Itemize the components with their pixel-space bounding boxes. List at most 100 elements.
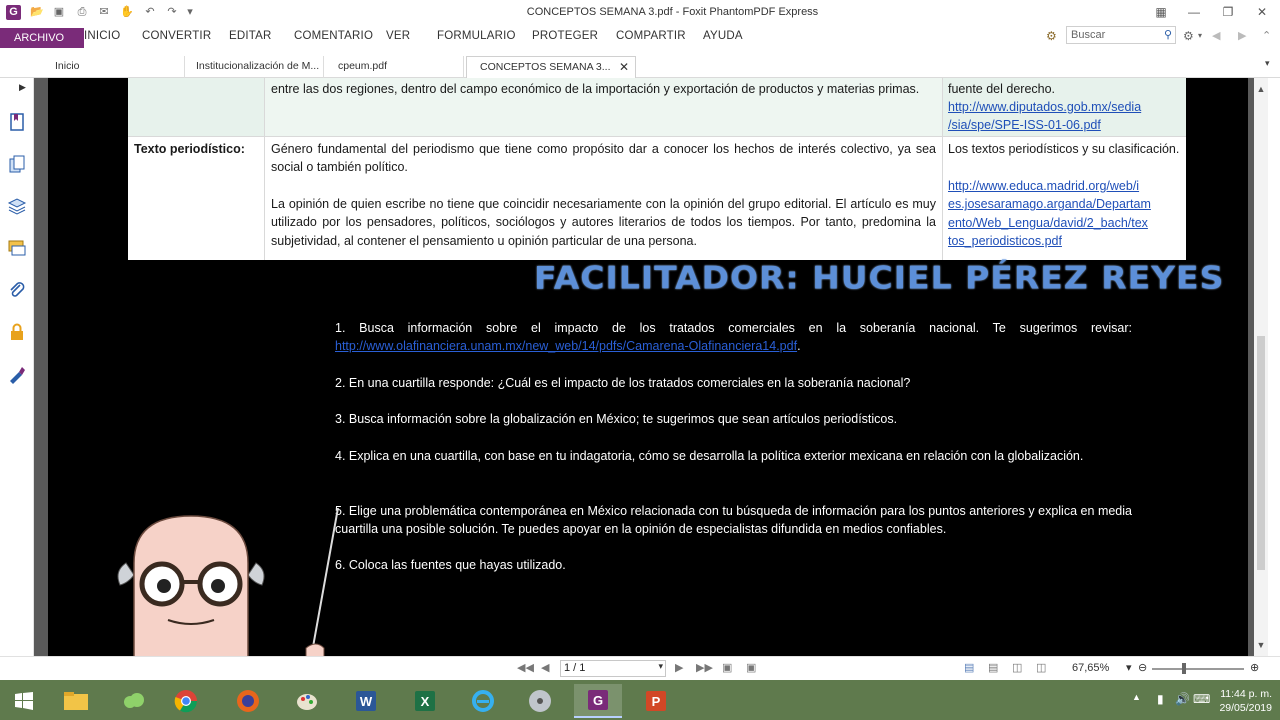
continuous-facing-icon[interactable]: ◫: [1036, 661, 1046, 674]
comments-icon[interactable]: [7, 238, 27, 258]
next-view-icon[interactable]: ▣: [746, 661, 756, 674]
settings-dropdown-icon[interactable]: ▾: [1198, 31, 1202, 40]
tab-institucionalizacion[interactable]: Institucionalización de M...: [188, 56, 324, 78]
link-line: ento/Web_Lengua/david/2_bach/tex: [948, 215, 1148, 230]
menu-formulario[interactable]: FORMULARIO: [437, 30, 516, 42]
taskbar-paint[interactable]: [283, 684, 331, 718]
next-page-icon[interactable]: ▶: [675, 661, 683, 674]
menu-proteger[interactable]: PROTEGER: [532, 30, 598, 42]
menu-ayuda[interactable]: AYUDA: [703, 30, 743, 42]
scrollbar-thumb[interactable]: [1257, 336, 1265, 570]
menu-inicio[interactable]: INICIO: [84, 30, 120, 42]
layout-icon[interactable]: ▦: [1153, 4, 1169, 20]
system-clock[interactable]: 11:44 p. m. 29/05/2019: [1219, 687, 1272, 715]
forward-icon[interactable]: ▶: [1238, 29, 1246, 42]
tab-list-dropdown-icon[interactable]: ▾: [1265, 58, 1270, 69]
tab-inicio[interactable]: Inicio: [47, 56, 185, 78]
document-view[interactable]: entre las dos regiones, dentro del campo…: [34, 78, 1254, 656]
zoom-level[interactable]: 67,65%: [1072, 662, 1109, 674]
tab-label: CONCEPTOS SEMANA 3...: [480, 61, 611, 73]
battery-icon[interactable]: ▮: [1157, 692, 1164, 706]
tab-conceptos-semana-3[interactable]: CONCEPTOS SEMANA 3... ✕: [466, 56, 636, 78]
last-page-icon[interactable]: ▶▶: [696, 661, 713, 674]
vertical-scrollbar[interactable]: ▲ ▼: [1254, 78, 1268, 656]
scroll-up-icon[interactable]: ▲: [1254, 84, 1268, 94]
instruction-1-tail: .: [797, 339, 801, 354]
attachment-icon[interactable]: [7, 280, 27, 300]
taskbar-firefox[interactable]: [224, 684, 272, 718]
keyboard-icon[interactable]: ⌨: [1193, 692, 1210, 706]
back-icon[interactable]: ◀: [1212, 29, 1220, 42]
taskbar-chrome[interactable]: [162, 684, 210, 718]
instruction-4: 4. Explica en una cuartilla, con base en…: [335, 449, 1084, 463]
paint-icon: [297, 694, 317, 710]
zoom-out-icon[interactable]: ⊖: [1138, 661, 1147, 674]
previous-page-icon[interactable]: ◀: [541, 661, 549, 674]
page-number-field[interactable]: 1 / 1 ▾: [560, 660, 666, 677]
ribbon-collapse-icon[interactable]: ⌃: [1262, 29, 1271, 42]
menu-ver[interactable]: VER: [386, 30, 410, 42]
taskbar-foxit[interactable]: G: [574, 684, 622, 718]
instruction-1-link[interactable]: http://www.olafinanciera.unam.mx/new_web…: [335, 339, 797, 353]
taskbar-disk-app[interactable]: [516, 684, 564, 718]
scroll-down-icon[interactable]: ▼: [1254, 640, 1268, 650]
single-page-icon[interactable]: ▤: [964, 661, 974, 674]
maximize-icon[interactable]: ❐: [1220, 4, 1236, 20]
menu-compartir[interactable]: COMPARTIR: [616, 30, 686, 42]
first-page-icon[interactable]: ◀◀: [517, 661, 534, 674]
taskbar-powerpoint[interactable]: P: [632, 684, 680, 718]
menu-file[interactable]: ARCHIVO: [0, 28, 84, 48]
left-sidebar: ▶: [0, 78, 34, 656]
menu-convertir[interactable]: CONVERTIR: [142, 30, 211, 42]
row2-source-text: Los textos periodísticos y su clasificac…: [948, 142, 1180, 156]
pdf-page: entre las dos regiones, dentro del campo…: [48, 78, 1248, 656]
zoom-in-icon[interactable]: ⊕: [1250, 661, 1259, 674]
svg-text:P: P: [652, 694, 661, 709]
search-icon[interactable]: ⚲: [1164, 28, 1172, 41]
start-button[interactable]: [0, 684, 48, 718]
row2-source-link[interactable]: http://www.educa.madrid.org/web/i es.jos…: [948, 177, 1184, 250]
firefox-icon: [237, 690, 259, 712]
expand-panel-icon[interactable]: ▶: [19, 82, 26, 93]
minimize-icon[interactable]: —: [1186, 4, 1202, 20]
bookmarks-icon[interactable]: [7, 112, 27, 132]
facing-icon[interactable]: ◫: [1012, 661, 1022, 674]
pages-icon[interactable]: [7, 154, 27, 174]
signature-icon[interactable]: [7, 364, 27, 384]
instruction-1-text: 1. Busca información sobre el impacto de…: [335, 321, 1132, 335]
svg-text:G: G: [593, 693, 603, 708]
continuous-icon[interactable]: ▤: [988, 661, 998, 674]
page-number: 1 / 1: [564, 662, 586, 674]
taskbar-excel[interactable]: X: [401, 684, 449, 718]
taskbar-file-explorer[interactable]: [52, 684, 100, 718]
link-line: tos_periodisticos.pdf: [948, 233, 1062, 248]
taskbar-app-green[interactable]: [110, 684, 158, 718]
previous-view-icon[interactable]: ▣: [722, 661, 732, 674]
table-divider: [264, 78, 265, 260]
cloud-app-icon: [124, 693, 144, 708]
windows-taskbar: W X G P ▲ ▮ 🔊 ⌨ 11:44 p. m. 29/05/2019: [0, 680, 1280, 720]
close-window-icon[interactable]: ✕: [1254, 4, 1270, 20]
security-lock-icon[interactable]: [7, 322, 27, 342]
zoom-dropdown-icon[interactable]: ▾: [1126, 661, 1132, 674]
layers-icon[interactable]: [7, 196, 27, 216]
settings-icon[interactable]: ⚙: [1183, 29, 1194, 43]
tab-cpeum[interactable]: cpeum.pdf: [330, 56, 464, 78]
volume-icon[interactable]: 🔊: [1175, 692, 1190, 706]
search-input[interactable]: Buscar ⚲: [1066, 26, 1176, 44]
chevron-down-icon[interactable]: ▾: [658, 661, 663, 672]
taskbar-internet-explorer[interactable]: [459, 684, 507, 718]
internet-explorer-icon: [472, 690, 494, 712]
close-tab-icon[interactable]: ✕: [619, 57, 629, 78]
taskbar-word[interactable]: W: [342, 684, 390, 718]
tab-label: cpeum.pdf: [338, 60, 388, 72]
table-divider: [128, 136, 1186, 137]
menu-comentario[interactable]: COMENTARIO: [294, 30, 373, 42]
row1-source-link[interactable]: http://www.diputados.gob.mx/sedia /sia/s…: [948, 98, 1180, 135]
find-icon[interactable]: ⚙: [1046, 29, 1057, 43]
tray-expand-icon[interactable]: ▲: [1132, 692, 1141, 702]
menu-editar[interactable]: EDITAR: [229, 30, 272, 42]
zoom-slider[interactable]: [1152, 668, 1244, 670]
windows-logo-icon: [15, 692, 33, 710]
zoom-slider-handle[interactable]: [1182, 663, 1186, 674]
